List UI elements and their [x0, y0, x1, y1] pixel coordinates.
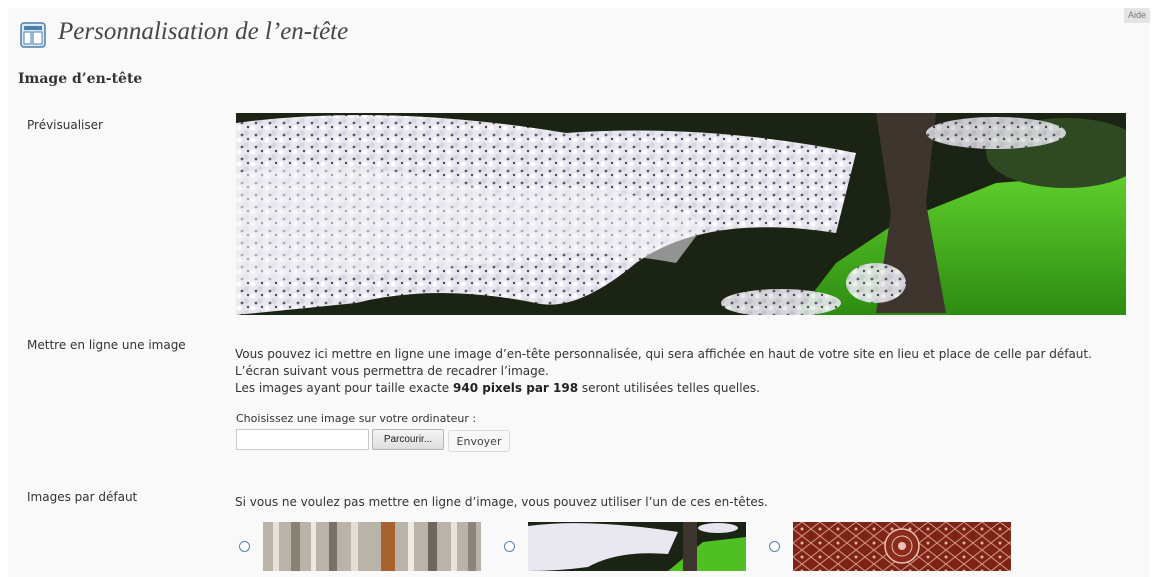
- page-title: Personnalisation de l’en-tête: [58, 18, 349, 45]
- browse-button[interactable]: Parcourir...: [372, 429, 444, 450]
- default-images-description: Si vous ne voulez pas mettre en ligne d’…: [235, 495, 768, 509]
- birch-forest-thumbnail[interactable]: [263, 522, 481, 571]
- help-tab[interactable]: Aide: [1123, 8, 1150, 23]
- upload-description-line1: Vous pouvez ici mettre en ligne une imag…: [235, 347, 1092, 378]
- upload-description: Vous pouvez ici mettre en ligne une imag…: [235, 346, 1135, 397]
- file-path-input[interactable]: [236, 429, 369, 450]
- default-images-label: Images par défaut: [27, 490, 138, 504]
- size-text-before: Les images ayant pour taille exacte: [235, 381, 453, 395]
- upload-submit-button[interactable]: Envoyer: [448, 430, 510, 452]
- default-header-radio-2[interactable]: [504, 541, 515, 552]
- size-text-after: seront utilisées telles quelles.: [578, 381, 760, 395]
- header-preview-image: [236, 113, 1126, 315]
- appearance-header-icon: [20, 22, 46, 48]
- upload-description-line2: Les images ayant pour taille exacte 940 …: [235, 380, 1135, 397]
- upload-label: Mettre en ligne une image: [27, 338, 186, 352]
- admin-content: Aide Personnalisation de l’en-tête Image…: [8, 8, 1150, 577]
- default-header-radio-3[interactable]: [769, 541, 780, 552]
- cherry-blossom-thumbnail[interactable]: [528, 522, 746, 571]
- default-header-radio-1[interactable]: [239, 541, 250, 552]
- section-title: Image d’en-tête: [18, 71, 143, 87]
- red-pattern-thumbnail[interactable]: [793, 522, 1011, 571]
- preview-label: Prévisualiser: [27, 118, 103, 132]
- choose-file-label: Choisissez une image sur votre ordinateu…: [236, 412, 477, 425]
- size-text-bold: 940 pixels par 198: [453, 381, 579, 395]
